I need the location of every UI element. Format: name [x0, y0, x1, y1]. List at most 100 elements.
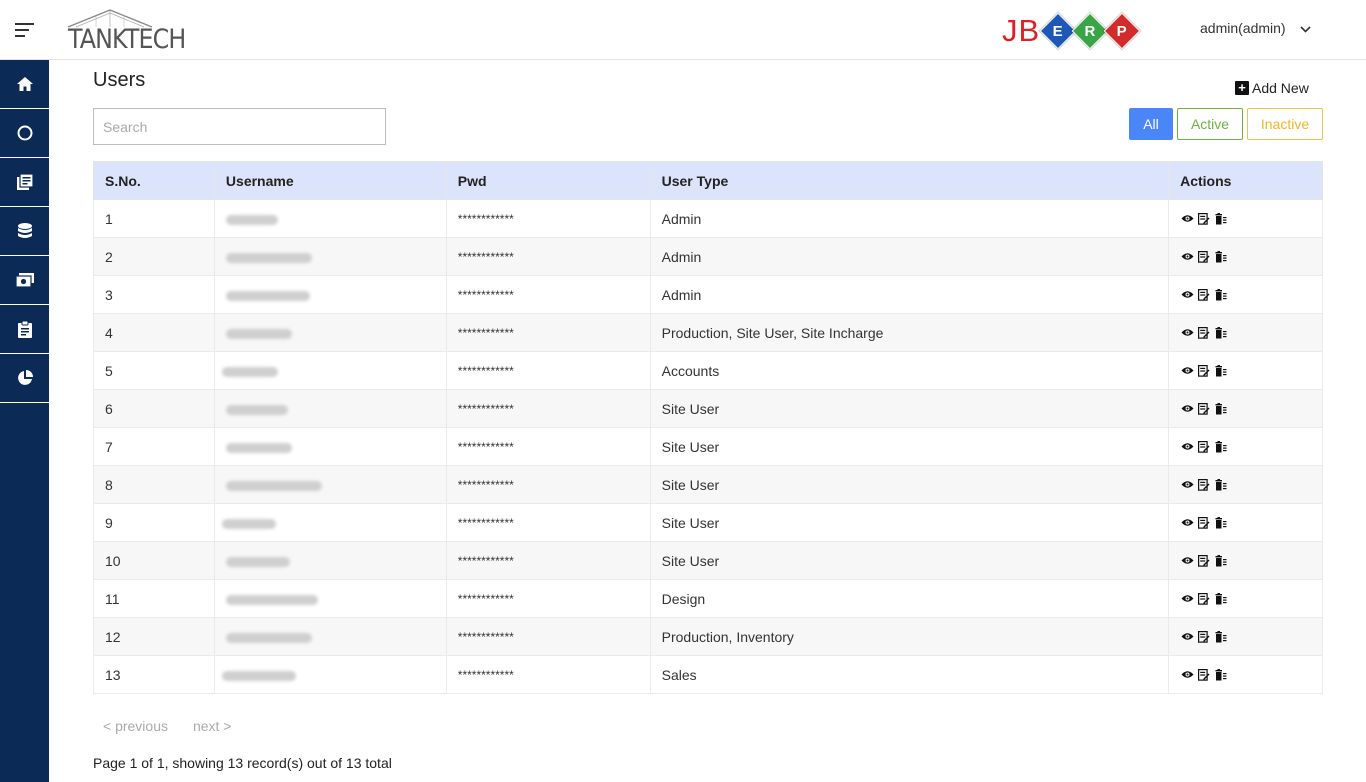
table-row: 8 ************ Site User	[93, 465, 1323, 504]
cell-actions	[1168, 503, 1323, 542]
edit-icon[interactable]	[1197, 288, 1211, 302]
sidebar-item-books[interactable]	[0, 158, 49, 207]
cell-actions	[1168, 579, 1323, 618]
redacted-username	[225, 632, 312, 643]
cell-actions	[1168, 617, 1323, 656]
menu-toggle-button[interactable]	[0, 0, 49, 60]
cell-pwd: ************	[445, 503, 651, 542]
edit-icon[interactable]	[1197, 668, 1211, 682]
redacted-username	[221, 366, 278, 377]
view-icon[interactable]	[1180, 630, 1194, 644]
cell-actions	[1168, 199, 1323, 238]
redacted-username	[225, 214, 278, 225]
edit-icon[interactable]	[1197, 250, 1211, 264]
sidebar-item-circle[interactable]	[0, 109, 49, 158]
search-input[interactable]	[93, 108, 386, 145]
cell-actions	[1168, 427, 1323, 466]
edit-icon[interactable]	[1197, 402, 1211, 416]
add-new-label: Add New	[1252, 80, 1309, 96]
redacted-username	[225, 404, 288, 415]
cell-username	[213, 655, 447, 694]
table-row: 13 ************ Sales	[93, 655, 1323, 694]
sidebar-item-home[interactable]	[0, 60, 49, 109]
cell-sno: 5	[93, 351, 215, 390]
edit-icon[interactable]	[1197, 440, 1211, 454]
view-icon[interactable]	[1180, 212, 1194, 226]
cell-user-type: Site User	[649, 541, 1170, 580]
add-new-button[interactable]: + Add New	[1235, 80, 1309, 96]
cell-username	[213, 199, 447, 238]
cell-username	[213, 465, 447, 504]
view-icon[interactable]	[1180, 516, 1194, 530]
edit-icon[interactable]	[1197, 364, 1211, 378]
page-title: Users	[93, 69, 146, 91]
delete-icon[interactable]	[1214, 478, 1228, 492]
cell-pwd: ************	[445, 655, 651, 694]
delete-icon[interactable]	[1214, 326, 1228, 340]
filter-inactive-button[interactable]: Inactive	[1247, 108, 1323, 140]
cell-sno: 1	[93, 199, 215, 238]
sidebar-item-cash[interactable]	[0, 256, 49, 305]
view-icon[interactable]	[1180, 440, 1194, 454]
cell-user-type: Accounts	[649, 351, 1170, 390]
cell-actions	[1168, 313, 1323, 352]
redacted-username	[221, 518, 276, 529]
cell-user-type: Site User	[649, 503, 1170, 542]
view-icon[interactable]	[1180, 364, 1194, 378]
edit-icon[interactable]	[1197, 554, 1211, 568]
previous-page-link[interactable]: < previous	[103, 718, 168, 734]
edit-icon[interactable]	[1197, 592, 1211, 606]
delete-icon[interactable]	[1214, 668, 1228, 682]
column-header-sno: S.No.	[93, 161, 215, 200]
view-icon[interactable]	[1180, 554, 1194, 568]
cell-username	[213, 541, 447, 580]
view-icon[interactable]	[1180, 288, 1194, 302]
sidebar-item-clipboard[interactable]	[0, 305, 49, 354]
cell-actions	[1168, 351, 1323, 390]
edit-icon[interactable]	[1197, 326, 1211, 340]
clipboard-icon	[17, 320, 32, 338]
filter-active-button[interactable]: Active	[1177, 108, 1243, 140]
edit-icon[interactable]	[1197, 516, 1211, 530]
table-row: 11 ************ Design	[93, 579, 1323, 618]
cell-sno: 3	[93, 275, 215, 314]
column-header-username: Username	[213, 161, 447, 200]
delete-icon[interactable]	[1214, 364, 1228, 378]
delete-icon[interactable]	[1214, 402, 1228, 416]
delete-icon[interactable]	[1214, 212, 1228, 226]
sidebar-item-reports[interactable]	[0, 354, 49, 403]
delete-icon[interactable]	[1214, 592, 1228, 606]
view-icon[interactable]	[1180, 668, 1194, 682]
cell-username	[213, 503, 447, 542]
user-menu[interactable]: admin(admin)	[1200, 20, 1311, 36]
delete-icon[interactable]	[1214, 288, 1228, 302]
cell-pwd: ************	[445, 313, 651, 352]
cell-username	[213, 313, 447, 352]
delete-icon[interactable]	[1214, 516, 1228, 530]
view-icon[interactable]	[1180, 326, 1194, 340]
edit-icon[interactable]	[1197, 478, 1211, 492]
next-page-link[interactable]: next >	[193, 718, 232, 734]
cell-username	[213, 427, 447, 466]
edit-icon[interactable]	[1197, 630, 1211, 644]
delete-icon[interactable]	[1214, 440, 1228, 454]
cell-sno: 13	[93, 655, 215, 694]
view-icon[interactable]	[1180, 402, 1194, 416]
filter-all-button[interactable]: All	[1129, 108, 1173, 140]
cell-user-type: Site User	[649, 427, 1170, 466]
view-icon[interactable]	[1180, 250, 1194, 264]
view-icon[interactable]	[1180, 478, 1194, 492]
erp-logo-prefix: JB	[1002, 13, 1041, 48]
delete-icon[interactable]	[1214, 250, 1228, 264]
jb-erp-logo: JB E R P	[1002, 12, 1141, 50]
delete-icon[interactable]	[1214, 554, 1228, 568]
edit-icon[interactable]	[1197, 212, 1211, 226]
cell-username	[213, 579, 447, 618]
delete-icon[interactable]	[1214, 630, 1228, 644]
view-icon[interactable]	[1180, 592, 1194, 606]
circle-icon	[17, 125, 32, 141]
table-row: 9 ************ Site User	[93, 503, 1323, 542]
table-row: 10 ************ Site User	[93, 541, 1323, 580]
cell-sno: 7	[93, 427, 215, 466]
sidebar-item-database[interactable]	[0, 207, 49, 256]
